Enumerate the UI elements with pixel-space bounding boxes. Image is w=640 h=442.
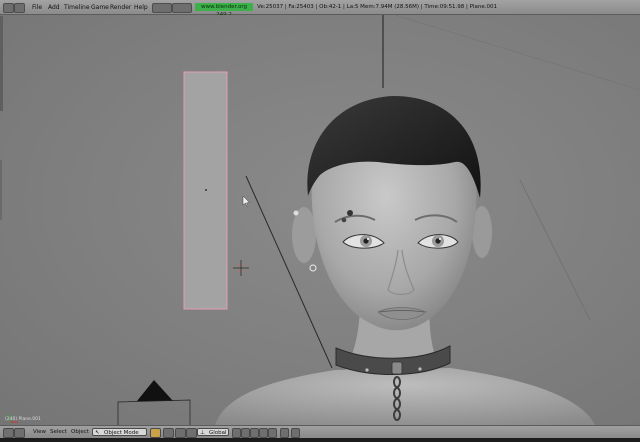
layer-button-2[interactable] xyxy=(241,428,250,438)
manipulator-toggle[interactable] xyxy=(175,428,186,438)
layer-button-5[interactable] xyxy=(268,428,277,438)
character-shoulders xyxy=(215,368,595,425)
menu-help[interactable]: Help xyxy=(134,4,148,11)
collapse-header-button[interactable] xyxy=(14,428,25,438)
info-header: File Add Timeline Game Render Help www.b… xyxy=(0,0,640,18)
brow-piercing xyxy=(341,217,347,223)
menu-game[interactable]: Game xyxy=(91,4,109,11)
menu-render[interactable]: Render xyxy=(110,4,131,11)
menu-timeline[interactable]: Timeline xyxy=(64,4,90,11)
ear-piercing xyxy=(293,210,299,216)
3d-cursor-icon[interactable] xyxy=(233,260,249,276)
editor-type-button[interactable] xyxy=(3,428,14,438)
layer-button-3[interactable] xyxy=(250,428,259,438)
render-button[interactable] xyxy=(291,428,300,438)
earring xyxy=(309,264,317,272)
lock-button[interactable] xyxy=(280,428,289,438)
toolbar-edge xyxy=(0,16,3,111)
shading-button[interactable] xyxy=(150,428,161,438)
toolbar-edge-lower xyxy=(0,160,2,220)
mode-selector[interactable]: ↖ Object Mode xyxy=(92,428,147,436)
screen-browse-button[interactable] xyxy=(152,3,172,13)
guide-line-top xyxy=(394,15,640,91)
orientation-label: Global xyxy=(209,430,227,436)
axes-icon: ⊥ xyxy=(200,430,205,436)
pivot-button[interactable] xyxy=(163,428,174,438)
collar-stud xyxy=(365,368,369,372)
scene-browse-button[interactable] xyxy=(172,3,192,13)
menu-object[interactable]: Object xyxy=(71,429,89,436)
menu-view[interactable]: View xyxy=(33,429,46,436)
orientation-selector[interactable]: ⊥ Global xyxy=(197,428,229,436)
layer-button-4[interactable] xyxy=(259,428,268,438)
3d-view-header: View Select Object ↖ Object Mode ⊥ Globa… xyxy=(0,425,640,439)
collapse-menu-button[interactable] xyxy=(14,3,25,13)
manipulator-mode-button[interactable] xyxy=(186,428,197,438)
collar-buckle xyxy=(391,361,403,375)
collar-stud xyxy=(418,367,422,371)
plane-origin xyxy=(205,189,207,191)
mode-label: Object Mode xyxy=(104,430,139,436)
window-bottom-border xyxy=(0,438,640,442)
menu-select[interactable]: Select xyxy=(50,429,67,436)
menu-file[interactable]: File xyxy=(32,4,42,11)
camera-frame xyxy=(117,399,191,425)
viewport-scene xyxy=(0,15,640,425)
object-info-label: (240) Plane.001 xyxy=(5,417,41,422)
website-link[interactable]: www.blender.org 249.2 xyxy=(195,3,253,18)
guide-line xyxy=(519,179,591,321)
blender-window: File Add Timeline Game Render Help www.b… xyxy=(0,0,640,442)
brow-piercing xyxy=(347,210,353,216)
mouse-pointer-icon xyxy=(242,195,250,207)
scene-stats: Ve:25037 | Fa:25403 | Ob:42-1 | La:5 Mem… xyxy=(257,4,497,10)
menu-add[interactable]: Add xyxy=(48,4,60,11)
layer-button-1[interactable] xyxy=(232,428,241,438)
window-type-button[interactable] xyxy=(3,3,14,13)
lamp-object[interactable] xyxy=(137,380,173,401)
3d-viewport[interactable]: (240) Plane.001 xyxy=(0,15,640,425)
cursor-arrow-icon: ↖ xyxy=(95,430,100,436)
